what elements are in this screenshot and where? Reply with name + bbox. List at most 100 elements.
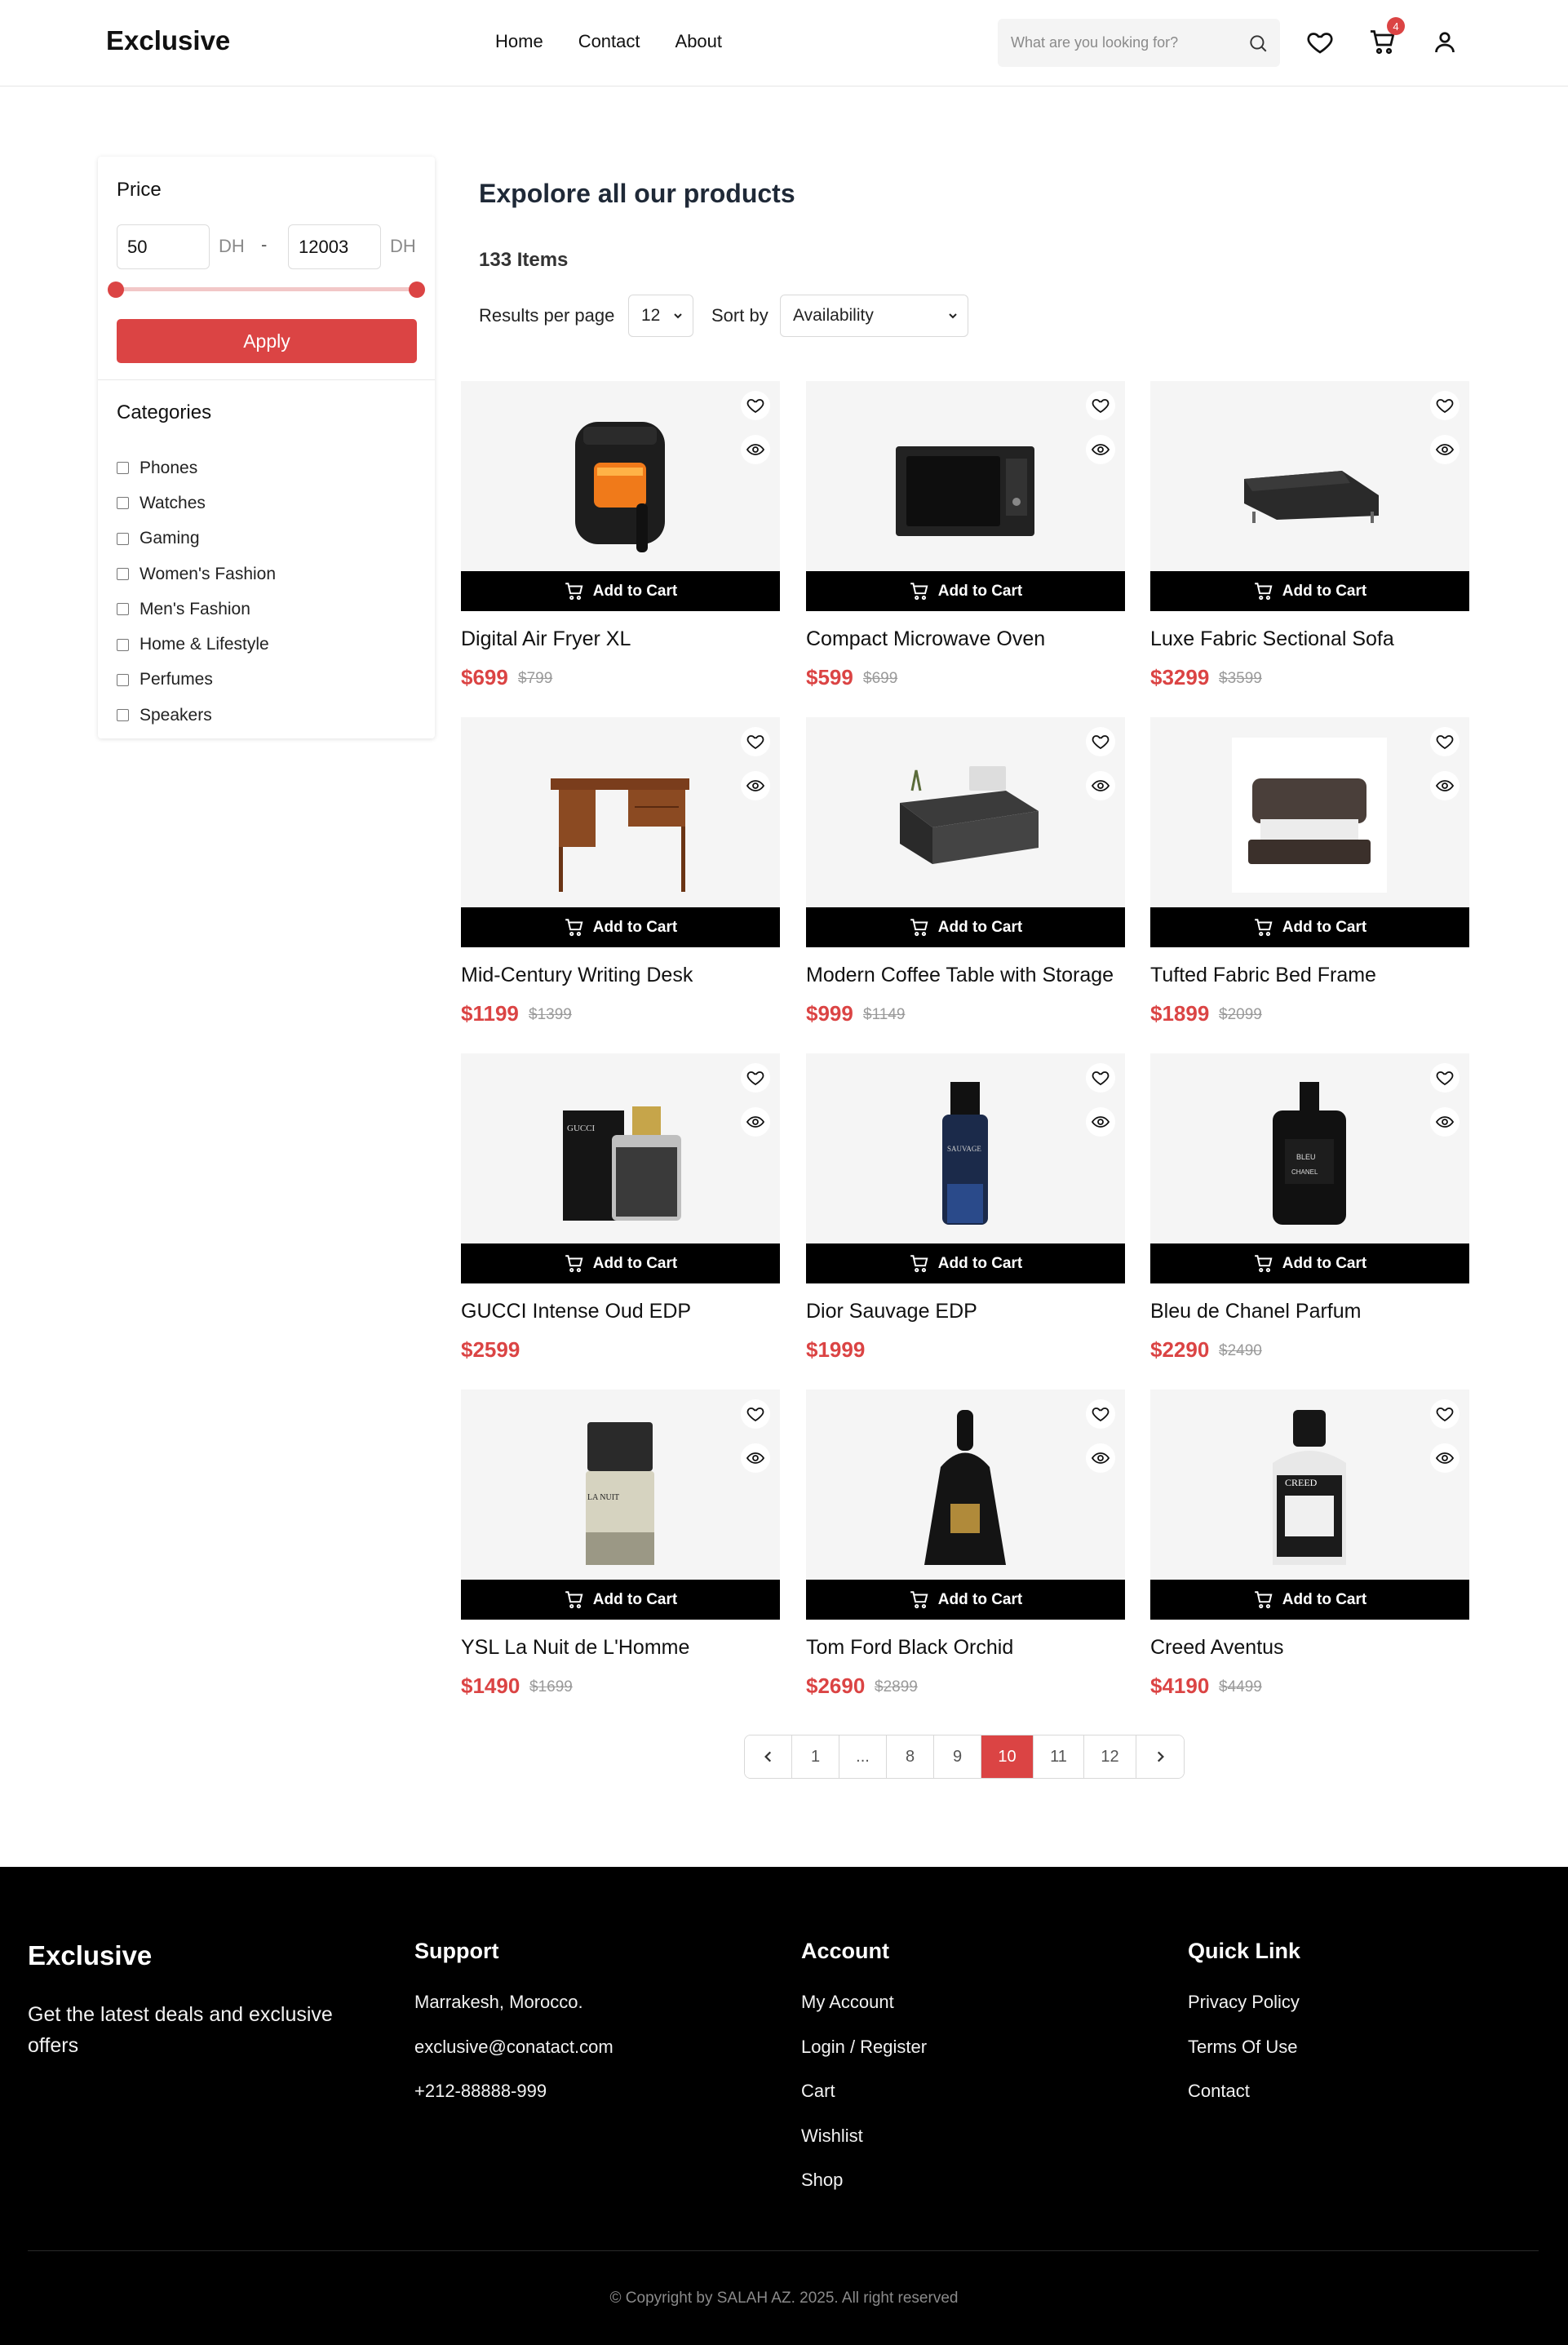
product-image-area[interactable] (1150, 381, 1469, 571)
add-to-wishlist-button[interactable] (1086, 391, 1115, 420)
product-card[interactable]: BLEU CHANEL Add to Cart Bleu de Chanel Pa… (1150, 1053, 1469, 1372)
add-to-wishlist-button[interactable] (1086, 727, 1115, 756)
quick-view-button[interactable] (1430, 771, 1459, 800)
add-to-cart-button[interactable]: Add to Cart (1150, 1243, 1469, 1283)
add-to-cart-button[interactable]: Add to Cart (1150, 1580, 1469, 1620)
category-item[interactable]: Men's Fashion (117, 592, 276, 627)
product-image-area[interactable] (1150, 717, 1469, 907)
footer-link-shop[interactable]: Shop (801, 2170, 927, 2214)
add-to-wishlist-button[interactable] (741, 391, 770, 420)
nav-home[interactable]: Home (495, 31, 543, 52)
product-card[interactable]: LA NUIT Add to Cart YSL La Nuit de L'Hom… (461, 1390, 780, 1708)
product-name[interactable]: Tufted Fabric Bed Frame (1150, 964, 1469, 987)
price-max-input[interactable] (288, 224, 381, 269)
page-button[interactable]: 11 (1034, 1735, 1084, 1778)
add-to-wishlist-button[interactable] (1430, 1063, 1459, 1093)
product-image-area[interactable]: SAUVAGE (806, 1053, 1125, 1243)
results-per-page-select[interactable]: 12 (628, 295, 693, 337)
product-image-area[interactable] (806, 717, 1125, 907)
user-icon[interactable] (1430, 28, 1459, 57)
price-slider-track[interactable] (116, 287, 418, 291)
nav-about[interactable]: About (675, 31, 723, 52)
wishlist-heart-icon[interactable] (1305, 28, 1335, 57)
quick-view-button[interactable] (1430, 1443, 1459, 1473)
checkbox[interactable] (117, 462, 129, 475)
footer-link-contact[interactable]: Contact (1188, 2081, 1300, 2126)
next-page-button[interactable] (1136, 1735, 1184, 1778)
product-name[interactable]: Mid-Century Writing Desk (461, 964, 780, 987)
product-name[interactable]: Dior Sauvage EDP (806, 1300, 1125, 1323)
nav-contact[interactable]: Contact (578, 31, 640, 52)
product-name[interactable]: Bleu de Chanel Parfum (1150, 1300, 1469, 1323)
footer-logo[interactable]: Exclusive (28, 1940, 152, 1971)
product-name[interactable]: YSL La Nuit de L'Homme (461, 1636, 780, 1660)
footer-link-privacy[interactable]: Privacy Policy (1188, 1992, 1300, 2037)
add-to-wishlist-button[interactable] (1430, 1399, 1459, 1429)
product-card[interactable]: Add to Cart Tom Ford Black Orchid $2690 … (806, 1390, 1125, 1708)
page-button-active[interactable]: 10 (981, 1735, 1034, 1778)
product-card[interactable]: Add to Cart Mid-Century Writing Desk $11… (461, 717, 780, 1035)
category-item[interactable]: Women's Fashion (117, 556, 276, 592)
price-slider-max-handle[interactable] (409, 281, 425, 298)
sort-by-select[interactable]: Availability (780, 295, 968, 337)
footer-email[interactable]: exclusive@conatact.com (414, 2037, 613, 2081)
price-min-input[interactable] (117, 224, 210, 269)
apply-button[interactable]: Apply (117, 319, 417, 363)
quick-view-button[interactable] (741, 1443, 770, 1473)
add-to-cart-button[interactable]: Add to Cart (461, 907, 780, 947)
page-button[interactable]: 12 (1084, 1735, 1136, 1778)
product-image-area[interactable]: GUCCI (461, 1053, 780, 1243)
product-image-area[interactable]: CREED (1150, 1390, 1469, 1580)
product-name[interactable]: Tom Ford Black Orchid (806, 1636, 1125, 1660)
product-image-area[interactable] (461, 717, 780, 907)
footer-link-terms[interactable]: Terms Of Use (1188, 2037, 1300, 2081)
product-card[interactable]: Add to Cart Modern Coffee Table with Sto… (806, 717, 1125, 1035)
product-name[interactable]: Compact Microwave Oven (806, 627, 1125, 651)
add-to-wishlist-button[interactable] (1086, 1063, 1115, 1093)
add-to-cart-button[interactable]: Add to Cart (1150, 907, 1469, 947)
quick-view-button[interactable] (1086, 435, 1115, 464)
product-image-area[interactable] (806, 1390, 1125, 1580)
product-card[interactable]: Add to Cart Luxe Fabric Sectional Sofa $… (1150, 381, 1469, 699)
category-item[interactable]: Gaming (117, 521, 276, 556)
product-card[interactable]: Add to Cart Compact Microwave Oven $599 … (806, 381, 1125, 699)
add-to-cart-button[interactable]: Add to Cart (461, 1580, 780, 1620)
product-card[interactable]: Add to Cart Tufted Fabric Bed Frame $189… (1150, 717, 1469, 1035)
checkbox[interactable] (117, 603, 129, 616)
category-item[interactable]: Home & Lifestyle (117, 627, 276, 662)
footer-link-login-register[interactable]: Login / Register (801, 2037, 927, 2081)
footer-link-cart[interactable]: Cart (801, 2081, 927, 2126)
quick-view-button[interactable] (1086, 1443, 1115, 1473)
search-input[interactable] (1011, 19, 1239, 67)
product-card[interactable]: SAUVAGE Add to Cart Dior Sauvage EDP $19… (806, 1053, 1125, 1372)
quick-view-button[interactable] (1086, 771, 1115, 800)
page-button[interactable]: 8 (887, 1735, 934, 1778)
product-card[interactable]: Add to Cart Digital Air Fryer XL $699 $7… (461, 381, 780, 699)
category-item[interactable]: Watches (117, 485, 276, 521)
checkbox[interactable] (117, 568, 129, 581)
quick-view-button[interactable] (1430, 1107, 1459, 1137)
add-to-cart-button[interactable]: Add to Cart (806, 571, 1125, 611)
category-item[interactable]: Speakers (117, 698, 276, 733)
page-button[interactable]: 9 (934, 1735, 981, 1778)
quick-view-button[interactable] (741, 771, 770, 800)
footer-link-my-account[interactable]: My Account (801, 1992, 927, 2037)
product-name[interactable]: Digital Air Fryer XL (461, 627, 780, 651)
category-item[interactable]: Perfumes (117, 663, 276, 698)
add-to-cart-button[interactable]: Add to Cart (1150, 571, 1469, 611)
product-image-area[interactable] (461, 381, 780, 571)
add-to-cart-button[interactable]: Add to Cart (806, 1243, 1125, 1283)
checkbox[interactable] (117, 709, 129, 722)
product-name[interactable]: Luxe Fabric Sectional Sofa (1150, 627, 1469, 651)
logo[interactable]: Exclusive (106, 25, 230, 56)
checkbox[interactable] (117, 638, 129, 651)
quick-view-button[interactable] (741, 435, 770, 464)
checkbox[interactable] (117, 532, 129, 545)
category-item[interactable]: Phones (117, 450, 276, 485)
product-image-area[interactable]: LA NUIT (461, 1390, 780, 1580)
product-image-area[interactable] (806, 381, 1125, 571)
product-card[interactable]: CREED Add to Cart Creed Aventus $4190 $4… (1150, 1390, 1469, 1708)
product-card[interactable]: GUCCI Add to Cart GUCCI Intense Oud EDP … (461, 1053, 780, 1372)
add-to-cart-button[interactable]: Add to Cart (461, 571, 780, 611)
product-name[interactable]: GUCCI Intense Oud EDP (461, 1300, 780, 1323)
